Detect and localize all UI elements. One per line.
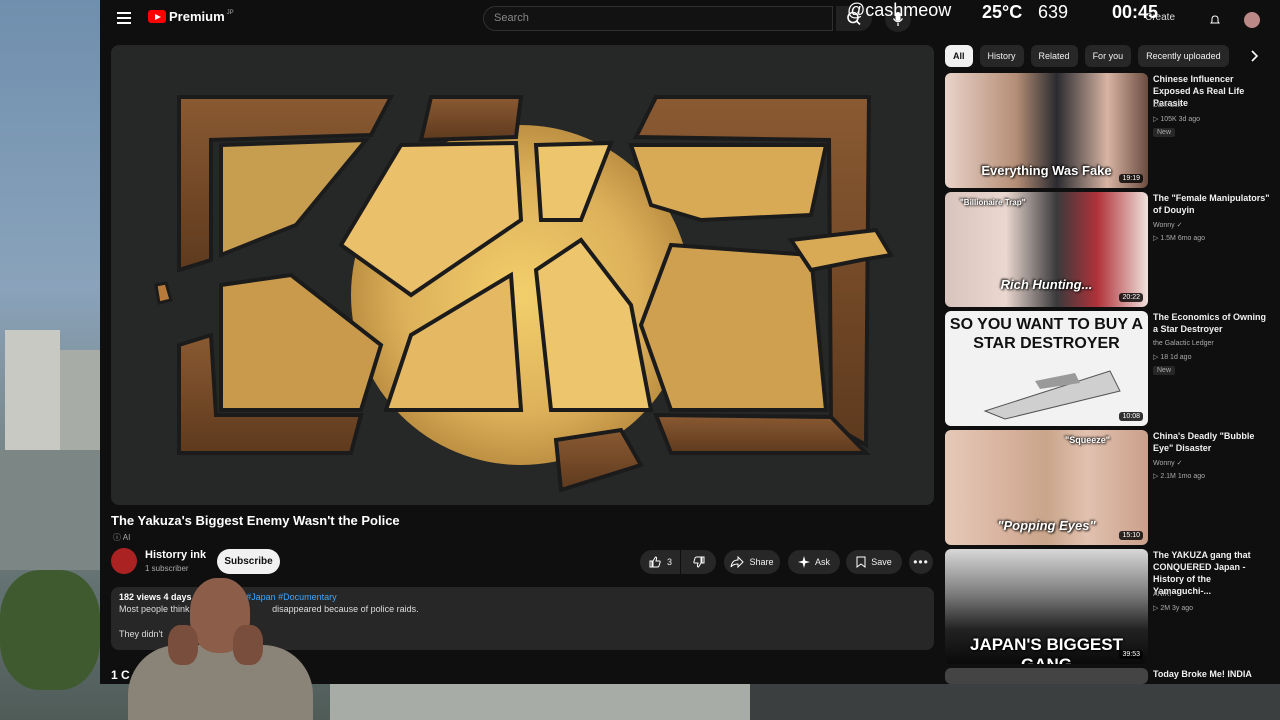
- recommendation-item[interactable]: "Billionaire Trap" Rich Hunting... 20:22…: [945, 192, 1270, 307]
- channel-name[interactable]: Historry ink: [145, 549, 206, 561]
- chevron-right-icon[interactable]: [1248, 49, 1260, 63]
- thumbnail-tag: "Squeeze": [1065, 435, 1111, 445]
- ai-badge-label: AI: [122, 533, 131, 542]
- subscribe-button[interactable]: Subscribe: [217, 549, 280, 574]
- clock-readout: 00:45: [1112, 2, 1159, 22]
- thumbnail-caption: JAPAN'S BIGGEST GANG: [970, 635, 1123, 664]
- recommendation-stats: ▷ 1.5M 6mo ago: [1153, 235, 1206, 242]
- share-icon: [730, 556, 745, 568]
- save-button[interactable]: Save: [846, 550, 902, 574]
- recommendation-channel[interactable]: Dark Silk: [1153, 102, 1181, 109]
- building: [750, 684, 1280, 720]
- chip-for-you[interactable]: For you: [1084, 45, 1132, 67]
- streamer-shirt: [128, 645, 313, 720]
- thumbnail-caption: Everything Was Fake: [981, 163, 1112, 178]
- thumbs-up-icon: [649, 556, 661, 568]
- recommendation-title[interactable]: The YAKUZA gang that CONQUERED Japan - H…: [1153, 549, 1270, 597]
- video-player[interactable]: [111, 45, 934, 505]
- duration-badge: 10:08: [1119, 412, 1143, 421]
- save-label: Save: [871, 557, 892, 567]
- streamer-hand: [168, 625, 198, 665]
- recommendation-channel[interactable]: ANIKI: [1153, 591, 1171, 598]
- overlay-count: 639: [1038, 2, 1069, 22]
- channel-name: Wonny: [1153, 222, 1175, 229]
- new-badge: New: [1153, 366, 1176, 375]
- duration-badge: 19:19: [1119, 174, 1143, 183]
- menu-icon[interactable]: [117, 12, 131, 24]
- ask-button[interactable]: Ask: [788, 550, 840, 574]
- star-destroyer-illustration: [983, 370, 1121, 420]
- recommendation-title[interactable]: The Economics of Owning a Star Destroyer: [1153, 311, 1270, 335]
- building: [0, 450, 100, 570]
- recommendation-title[interactable]: The "Female Manipulators" of Douyin: [1153, 192, 1270, 216]
- account-avatar[interactable]: [1244, 12, 1260, 28]
- chip-all[interactable]: All: [945, 45, 973, 67]
- thumbnail-caption: "Popping Eyes": [997, 518, 1096, 533]
- thumbnail-tag: "Billionaire Trap": [960, 198, 1026, 207]
- share-label: Share: [749, 557, 774, 567]
- streamer-hand: [233, 625, 263, 665]
- building: [330, 684, 750, 720]
- comments-heading: 1 C: [111, 668, 130, 682]
- video-thumbnail[interactable]: "Billionaire Trap" Rich Hunting... 20:22: [945, 192, 1148, 307]
- recommendation-item[interactable]: Everything Was Fake 19:19 Chinese Influe…: [945, 73, 1270, 188]
- temperature-readout: 25°C: [982, 2, 1023, 22]
- more-horizontal-icon: •••: [913, 555, 929, 569]
- recommendation-title[interactable]: Today Broke Me! INDIA: [1153, 668, 1270, 680]
- recommendation-stats: ▷ 105K 3d ago: [1153, 116, 1201, 123]
- recommendation-channel[interactable]: Wonny ✓: [1153, 459, 1183, 467]
- chip-history[interactable]: History: [979, 45, 1024, 67]
- search-input[interactable]: Search: [483, 6, 833, 31]
- more-actions-button[interactable]: •••: [909, 550, 933, 574]
- channel-avatar[interactable]: [111, 548, 137, 574]
- duration-badge: 39:53: [1119, 650, 1143, 659]
- like-count: 3: [666, 557, 672, 567]
- webcam-streamer: [128, 575, 313, 720]
- video-thumbnail[interactable]: SO YOU WANT TO BUY A STAR DESTROYER 10:0…: [945, 311, 1148, 426]
- recommendation-channel[interactable]: the Galactic Ledger: [1153, 340, 1214, 347]
- trees: [0, 570, 100, 690]
- ask-label: Ask: [814, 557, 830, 567]
- recommendation-stats: ▷ 2.1M 1mo ago: [1153, 473, 1206, 480]
- bookmark-icon: [856, 556, 866, 568]
- notifications-bell-icon[interactable]: [1209, 13, 1221, 25]
- duration-badge: 15:10: [1119, 531, 1143, 540]
- chip-related[interactable]: Related: [1030, 45, 1078, 67]
- recommendation-item[interactable]: SO YOU WANT TO BUY A STAR DESTROYER 10:0…: [945, 311, 1270, 426]
- recommendation-item[interactable]: "Squeeze" "Popping Eyes" 15:10 China's D…: [945, 430, 1270, 545]
- recommendation-item[interactable]: JAPAN'S BIGGEST GANG 39:53 The YAKUZA ga…: [945, 549, 1270, 664]
- channel-subscriber-count: 1 subscriber: [145, 564, 189, 573]
- share-button[interactable]: Share: [724, 550, 780, 574]
- youtube-play-icon: [148, 10, 166, 23]
- recommendation-item[interactable]: Today Broke Me! INDIA: [945, 668, 1270, 684]
- verified-icon: ✓: [1176, 460, 1183, 467]
- video-title: The Yakuza's Biggest Enemy Wasn't the Po…: [111, 513, 400, 528]
- video-thumbnail[interactable]: "Squeeze" "Popping Eyes" 15:10: [945, 430, 1148, 545]
- video-thumbnail[interactable]: JAPAN'S BIGGEST GANG 39:53: [945, 549, 1148, 664]
- ai-badge: ⓘ AI: [113, 533, 131, 542]
- recommendation-channel[interactable]: Wonny ✓: [1153, 221, 1183, 229]
- channel-name: Wonny: [1153, 460, 1175, 467]
- logo-text: Premium: [169, 9, 225, 24]
- recommendation-stats: ▷ 18 1d ago: [1153, 354, 1192, 361]
- top-bar: Premium JP Search Create: [100, 0, 1280, 38]
- chip-recently-uploaded[interactable]: Recently uploaded: [1138, 45, 1229, 67]
- new-badge: New: [1153, 128, 1176, 137]
- logo-region: JP: [226, 9, 234, 16]
- dislike-button[interactable]: [681, 550, 716, 574]
- sparkle-icon: [797, 556, 810, 568]
- broken-wooden-frame-illustration: [154, 95, 895, 493]
- recommendation-stats: ▷ 2M 3y ago: [1153, 605, 1194, 612]
- thumbnail-caption: Rich Hunting...: [1000, 277, 1093, 292]
- youtube-logo[interactable]: Premium JP: [148, 9, 234, 24]
- streamer-handle: @cashmeow: [847, 0, 952, 20]
- thumbs-down-icon: [692, 556, 704, 568]
- verified-icon: ✓: [1176, 222, 1183, 229]
- recommendation-title[interactable]: China's Deadly "Bubble Eye" Disaster: [1153, 430, 1270, 454]
- video-thumbnail[interactable]: Everything Was Fake 19:19: [945, 73, 1148, 188]
- duration-badge: 20:22: [1119, 293, 1143, 302]
- filter-chips: All History Related For you Recently upl…: [945, 45, 1236, 67]
- video-thumbnail[interactable]: [945, 668, 1148, 684]
- like-button[interactable]: 3: [640, 550, 680, 574]
